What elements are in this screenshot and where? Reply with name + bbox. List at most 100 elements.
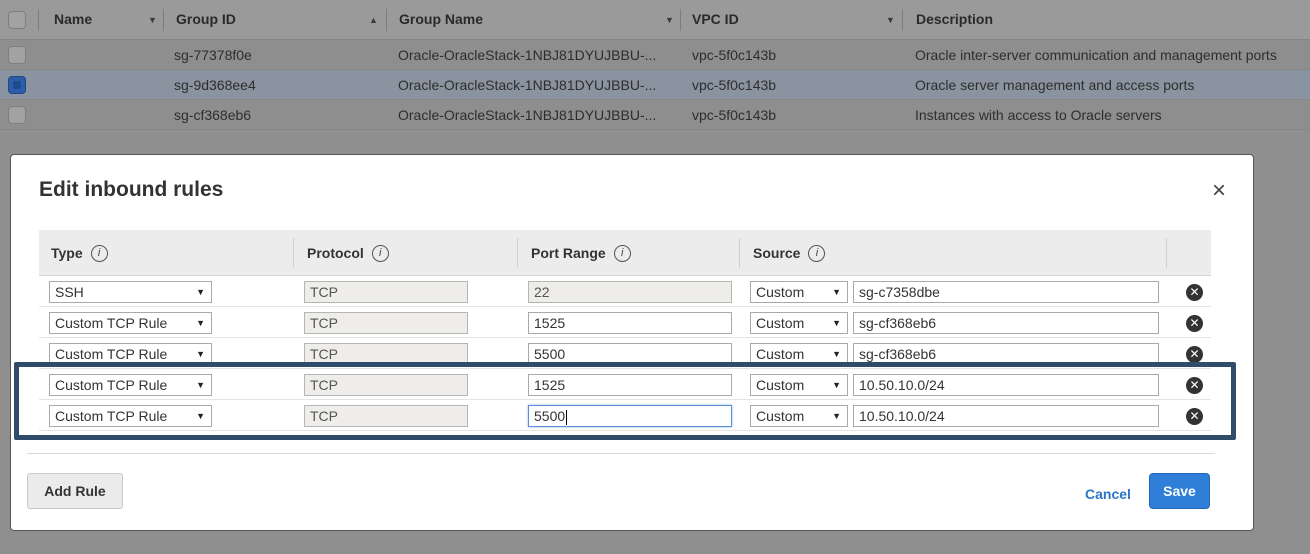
protocol-field: TCP: [304, 343, 468, 365]
table-header: Name ▼ Group ID ▲ Group Name ▼ VPC ID ▼ …: [0, 0, 1310, 40]
info-icon[interactable]: i: [90, 244, 108, 262]
source-input[interactable]: sg-cf368eb6: [853, 343, 1159, 365]
delete-rule-icon[interactable]: ✕: [1186, 346, 1203, 363]
table-row[interactable]: sg-cf368eb6 Oracle-OracleStack-1NBJ81DYU…: [0, 100, 1310, 130]
source-type-select[interactable]: Custom ▼: [750, 374, 848, 396]
chevron-down-icon: ▼: [832, 411, 841, 421]
delete-rule-icon[interactable]: ✕: [1186, 284, 1203, 301]
type-column-header: Type i: [51, 230, 108, 276]
header-name[interactable]: Name: [54, 0, 92, 40]
rule-row: Custom TCP Rule ▼ TCP 1525 Custom ▼ sg-cf3…: [39, 307, 1211, 338]
header-group-id[interactable]: Group ID: [176, 0, 236, 40]
port-range-input[interactable]: 1525: [528, 374, 732, 396]
close-icon[interactable]: ×: [1212, 179, 1226, 203]
chevron-down-icon: ▼: [832, 318, 841, 328]
modal-title: Edit inbound rules: [39, 178, 224, 201]
column-separator: [386, 9, 387, 31]
type-select[interactable]: Custom TCP Rule ▼: [49, 343, 212, 365]
chevron-down-icon: ▼: [196, 318, 205, 328]
cancel-button[interactable]: Cancel: [1085, 486, 1131, 502]
table-row[interactable]: sg-77378f0e Oracle-OracleStack-1NBJ81DYU…: [0, 40, 1310, 70]
info-icon[interactable]: i: [808, 244, 826, 262]
group-id-cell: sg-cf368eb6: [174, 107, 252, 123]
group-id-cell: sg-9d368ee4: [174, 77, 256, 93]
select-all-checkbox[interactable]: [8, 11, 26, 29]
vpc-id-cell: vpc-5f0c143b: [692, 107, 777, 123]
chevron-down-icon: ▼: [196, 380, 205, 390]
vpc-id-cell: vpc-5f0c143b: [692, 77, 777, 93]
vpc-id-cell: vpc-5f0c143b: [692, 47, 777, 63]
chevron-down-icon: ▼: [832, 380, 841, 390]
protocol-column-header: Protocol i: [307, 230, 389, 276]
port-range-column-header: Port Range i: [531, 230, 631, 276]
type-select[interactable]: Custom TCP Rule ▼: [49, 405, 212, 427]
port-range-input[interactable]: 5500: [528, 405, 732, 427]
source-input[interactable]: sg-c7358dbe: [853, 281, 1159, 303]
source-input[interactable]: sg-cf368eb6: [853, 312, 1159, 334]
port-range-input[interactable]: 5500: [528, 343, 732, 365]
source-type-value: Custom: [756, 408, 805, 424]
header-description[interactable]: Description: [916, 0, 993, 40]
source-type-select[interactable]: Custom ▼: [750, 405, 848, 427]
source-input[interactable]: 10.50.10.0/24: [853, 374, 1159, 396]
type-select-value: Custom TCP Rule: [55, 346, 168, 362]
delete-rule-icon[interactable]: ✕: [1186, 315, 1203, 332]
source-type-value: Custom: [756, 346, 805, 362]
type-select[interactable]: Custom TCP Rule ▼: [49, 374, 212, 396]
column-separator: [680, 9, 681, 31]
group-name-cell: Oracle-OracleStack-1NBJ81DYUJBBU-...: [398, 107, 657, 123]
row-checkbox[interactable]: [8, 106, 26, 124]
source-input[interactable]: 10.50.10.0/24: [853, 405, 1159, 427]
port-range-header-label: Port Range: [531, 245, 606, 261]
group-id-cell: sg-77378f0e: [174, 47, 252, 63]
type-header-label: Type: [51, 245, 83, 261]
type-select[interactable]: Custom TCP Rule ▼: [49, 312, 212, 334]
type-select-value: Custom TCP Rule: [55, 408, 168, 424]
sort-down-icon[interactable]: ▼: [148, 0, 157, 40]
header-group-name[interactable]: Group Name: [399, 0, 483, 40]
text-cursor: [566, 409, 568, 425]
source-type-select[interactable]: Custom ▼: [750, 281, 848, 303]
type-select-value: Custom TCP Rule: [55, 377, 168, 393]
source-type-select[interactable]: Custom ▼: [750, 312, 848, 334]
protocol-header-label: Protocol: [307, 245, 364, 261]
add-rule-button[interactable]: Add Rule: [27, 473, 123, 509]
rule-row: Custom TCP Rule ▼ TCP 5500 Custom ▼ sg-cf3…: [39, 338, 1211, 369]
row-checkbox[interactable]: [8, 46, 26, 64]
table-row[interactable]: sg-9d368ee4 Oracle-OracleStack-1NBJ81DYU…: [0, 70, 1310, 100]
protocol-field: TCP: [304, 374, 468, 396]
source-type-select[interactable]: Custom ▼: [750, 343, 848, 365]
delete-rule-icon[interactable]: ✕: [1186, 377, 1203, 394]
type-select[interactable]: SSH ▼: [49, 281, 212, 303]
save-button[interactable]: Save: [1149, 473, 1210, 509]
column-separator: [517, 238, 518, 268]
chevron-down-icon: ▼: [196, 349, 205, 359]
sort-up-icon[interactable]: ▲: [369, 0, 378, 40]
source-header-label: Source: [753, 245, 801, 261]
description-cell: Oracle server management and access port…: [915, 77, 1195, 93]
protocol-field: TCP: [304, 312, 468, 334]
column-separator: [38, 9, 39, 31]
header-vpc-id[interactable]: VPC ID: [692, 0, 739, 40]
port-range-input[interactable]: 1525: [528, 312, 732, 334]
group-name-cell: Oracle-OracleStack-1NBJ81DYUJBBU-...: [398, 77, 657, 93]
rules-table-header: Type i Protocol i Port Range i Source i: [39, 230, 1211, 276]
info-icon[interactable]: i: [371, 244, 389, 262]
sort-down-icon[interactable]: ▼: [886, 0, 895, 40]
edit-inbound-rules-modal: Edit inbound rules × Type i Protocol i Por…: [10, 154, 1254, 531]
sort-down-icon[interactable]: ▼: [665, 0, 674, 40]
protocol-field: TCP: [304, 281, 468, 303]
column-separator: [1166, 238, 1167, 268]
rule-row: Custom TCP Rule ▼ TCP 1525 Custom ▼ 10.50.…: [39, 369, 1211, 400]
info-icon[interactable]: i: [613, 244, 631, 262]
source-column-header: Source i: [753, 230, 826, 276]
security-groups-table: Name ▼ Group ID ▲ Group Name ▼ VPC ID ▼ …: [0, 0, 1310, 130]
column-separator: [739, 238, 740, 268]
port-range-input[interactable]: 22: [528, 281, 732, 303]
footer-divider: [27, 453, 1215, 454]
delete-rule-icon[interactable]: ✕: [1186, 408, 1203, 425]
row-checkbox[interactable]: [8, 76, 26, 94]
port-range-value: 5500: [534, 408, 566, 424]
source-type-value: Custom: [756, 315, 805, 331]
group-name-cell: Oracle-OracleStack-1NBJ81DYUJBBU-...: [398, 47, 657, 63]
